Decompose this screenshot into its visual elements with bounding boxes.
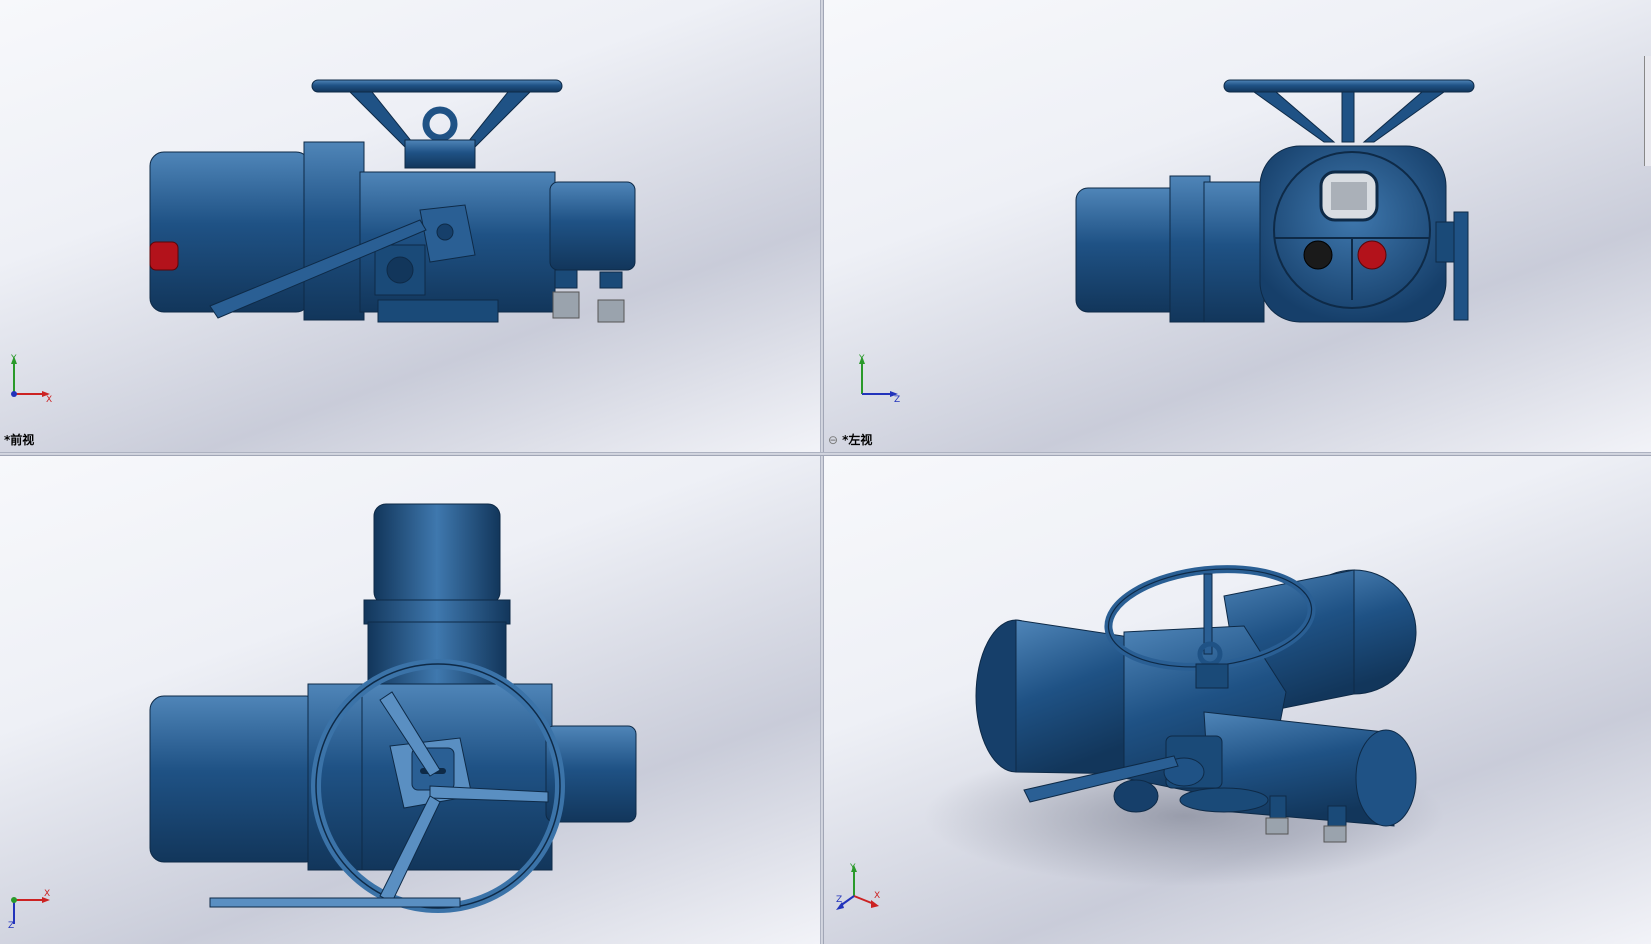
coordinate-triad-icon: Y X [10, 354, 52, 404]
axis-z-label: Z [836, 895, 842, 905]
view-label-front: *前视 [4, 433, 35, 447]
viewport-splitter-horizontal[interactable] [0, 452, 1651, 456]
axis-y-label: Y [10, 354, 17, 364]
actuator-top-view[interactable] [0, 456, 820, 944]
viewport-iso[interactable]: Y Z X [824, 456, 1651, 944]
axis-x-label: X [874, 891, 880, 901]
axis-z-label: Z [894, 395, 900, 404]
viewport-left[interactable]: Y Z ⊖ *左视 [824, 0, 1651, 452]
coordinate-triad-icon: Y Z [858, 354, 900, 404]
axis-x-label: X [46, 395, 52, 404]
actuator-left-view[interactable] [824, 0, 1651, 452]
viewport-splitter-vertical[interactable] [820, 0, 824, 944]
axis-y-label: Y [849, 863, 856, 873]
actuator-front-view[interactable] [0, 0, 820, 452]
view-label-left-text: *左视 [842, 433, 873, 447]
viewport-top[interactable]: X Z [0, 456, 820, 944]
panel-edge-tab[interactable] [1644, 56, 1651, 166]
coordinate-triad-icon: Y Z X [836, 863, 880, 910]
axis-y-label: Y [858, 354, 865, 364]
viewport-front[interactable]: Y X *前视 [0, 0, 820, 452]
coordinate-triad-icon: X Z [8, 889, 50, 928]
view-label-left: ⊖ *左视 [828, 431, 872, 448]
axis-x-label: X [44, 889, 50, 899]
actuator-iso-view[interactable] [824, 456, 1651, 944]
axis-z-label: Z [8, 921, 14, 928]
link-icon[interactable]: ⊖ [828, 433, 838, 447]
